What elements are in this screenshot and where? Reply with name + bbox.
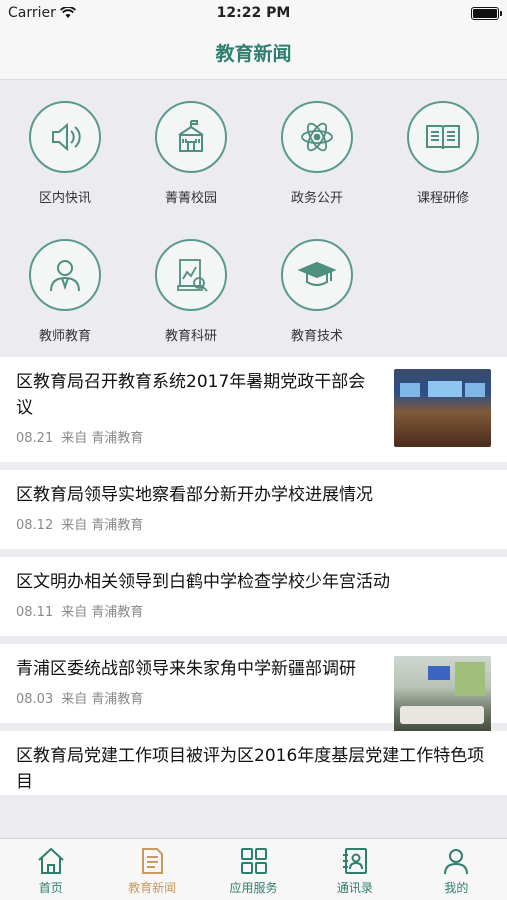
news-headline: 青浦区委统战部领导来朱家角中学新疆部调研: [16, 659, 356, 679]
clock: 12:22 PM: [216, 5, 291, 21]
news-list: 区教育局召开教育系统2017年暑期党政干部会议 08.21 来自 青浦教育 区教育…: [0, 357, 507, 803]
research-icon: [177, 259, 208, 292]
category-label: 课程研修: [416, 191, 469, 206]
category-label: 教育科研: [164, 329, 217, 344]
tab-home[interactable]: 首页: [0, 839, 101, 900]
tab-label: 应用服务: [229, 881, 278, 895]
apps-grid-icon: [240, 848, 267, 874]
news-item[interactable]: 区教育局召开教育系统2017年暑期党政干部会议 08.21 来自 青浦教育: [0, 357, 507, 462]
category-course-training[interactable]: 课程研修: [380, 81, 506, 211]
tab-label: 通讯录: [336, 881, 373, 895]
news-meta: 08.03 来自 青浦教育: [16, 688, 378, 723]
category-label: 区内快讯: [38, 191, 91, 206]
news-item[interactable]: 青浦区委统战部领导来朱家角中学新疆部调研 08.03 来自 青浦教育: [0, 644, 507, 734]
home-icon: [38, 847, 64, 874]
news-headline: 区教育局领导实地察看部分新开办学校进展情况: [16, 485, 373, 505]
category-government-affairs[interactable]: 政务公开: [254, 81, 380, 211]
category-teacher-education[interactable]: 教师教育: [2, 219, 128, 349]
category-label: 教师教育: [38, 329, 91, 344]
news-source: 来自 青浦教育: [61, 692, 144, 707]
book-icon: [426, 125, 460, 150]
news-item[interactable]: 区文明办相关领导到白鹤中学检查学校少年宫活动 08.11 来自 青浦教育: [0, 557, 507, 636]
tab-label: 首页: [38, 881, 63, 895]
category-label: 政务公开: [290, 191, 343, 206]
news-headline: 区教育局党建工作项目被评为区2016年度基层党建工作特色项目: [16, 746, 485, 792]
news-date: 08.11: [16, 605, 54, 620]
news-date: 08.12: [16, 518, 54, 533]
graduation-cap-icon: [297, 261, 337, 286]
page-title: 教育新闻: [215, 43, 292, 65]
atom-icon: [301, 122, 333, 152]
speaker-icon: [52, 122, 81, 152]
news-thumbnail: [394, 656, 491, 734]
tab-contacts[interactable]: 通讯录: [304, 839, 405, 900]
news-source: 来自 青浦教育: [61, 518, 144, 533]
tab-education-news[interactable]: 教育新闻: [101, 839, 202, 900]
news-meta: 08.12 来自 青浦教育: [16, 514, 491, 549]
school-icon: [178, 120, 204, 152]
news-icon: [142, 848, 164, 874]
tab-bar: 首页 教育新闻 应用服务 通讯录 我的: [0, 838, 507, 900]
status-bar: Carrier 12:22 PM: [0, 0, 507, 26]
category-label: 菁菁校园: [164, 191, 217, 206]
news-date: 08.21: [16, 431, 54, 446]
news-headline: 区文明办相关领导到白鹤中学检查学校少年宫活动: [16, 572, 390, 592]
tab-app-services[interactable]: 应用服务: [203, 839, 304, 900]
navigation-bar: 教育新闻: [0, 26, 507, 80]
tab-profile[interactable]: 我的: [406, 839, 507, 900]
news-source: 来自 青浦教育: [61, 431, 144, 446]
news-thumbnail: [394, 369, 491, 447]
teacher-icon: [50, 260, 80, 292]
category-education-research[interactable]: 教育科研: [128, 219, 254, 349]
profile-icon: [444, 849, 469, 875]
category-campus[interactable]: 菁菁校园: [128, 81, 254, 211]
news-source: 来自 青浦教育: [61, 605, 144, 620]
news-meta: 08.21 来自 青浦教育: [16, 427, 378, 462]
news-meta: 08.11 来自 青浦教育: [16, 601, 491, 636]
contacts-icon: [342, 848, 367, 874]
news-date: 08.03: [16, 692, 54, 707]
category-label: 教育技术: [290, 329, 343, 344]
tab-label: 教育新闻: [128, 881, 177, 895]
category-education-technology[interactable]: 教育技术: [254, 219, 380, 349]
category-quick-news[interactable]: 区内快讯: [2, 81, 128, 211]
category-grid: 区内快讯 菁菁校园 政务公开 课程研修 教师教育 教育科研 教育技术: [0, 81, 507, 357]
news-item[interactable]: 区教育局领导实地察看部分新开办学校进展情况 08.12 来自 青浦教育: [0, 470, 507, 549]
tab-label: 我的: [444, 881, 469, 895]
news-headline: 区教育局召开教育系统2017年暑期党政干部会议: [16, 372, 366, 418]
battery-icon: [471, 7, 502, 20]
news-item[interactable]: 区教育局党建工作项目被评为区2016年度基层党建工作特色项目: [0, 731, 507, 795]
